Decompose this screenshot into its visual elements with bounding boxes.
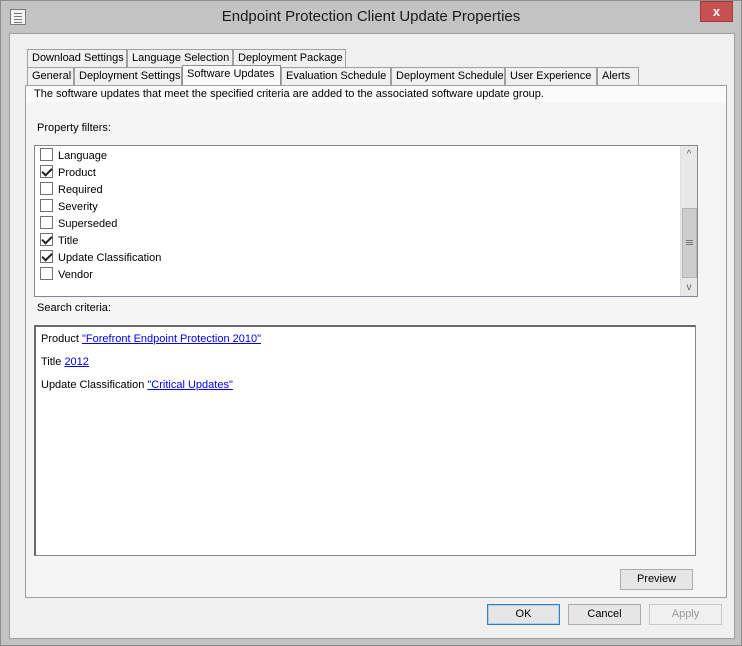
filter-checkbox[interactable]	[40, 216, 53, 229]
scrollbar-thumb[interactable]	[682, 208, 697, 278]
preview-button[interactable]: Preview	[620, 569, 693, 590]
property-filters-list[interactable]: Language Product Required Severity Super…	[34, 145, 698, 297]
filter-item-update-classification[interactable]: Update Classification	[40, 250, 161, 267]
tab-deployment-schedule[interactable]: Deployment Schedule	[391, 67, 505, 85]
dialog-client-area: Download Settings Language Selection Dep…	[9, 33, 735, 639]
tab-evaluation-schedule[interactable]: Evaluation Schedule	[281, 67, 391, 85]
scroll-up-icon[interactable]: ^	[681, 146, 697, 163]
filter-item-language[interactable]: Language	[40, 148, 107, 165]
filter-item-severity[interactable]: Severity	[40, 199, 98, 216]
criteria-name: Product	[41, 333, 79, 345]
scroll-down-icon[interactable]: v	[681, 279, 697, 296]
tab-user-experience[interactable]: User Experience	[505, 67, 597, 85]
ok-button[interactable]: OK	[487, 604, 560, 625]
criteria-value-link[interactable]: 2012	[64, 356, 88, 368]
tab-download-settings[interactable]: Download Settings	[27, 49, 127, 67]
tab-software-updates[interactable]: Software Updates	[182, 65, 281, 85]
criteria-name: Title	[41, 356, 62, 368]
close-button[interactable]: x	[700, 1, 733, 22]
tab-general[interactable]: General	[27, 67, 74, 85]
tab-alerts[interactable]: Alerts	[597, 67, 639, 85]
criteria-name: Update Classification	[41, 379, 145, 391]
criteria-value-link[interactable]: "Critical Updates"	[147, 379, 232, 391]
filter-item-product[interactable]: Product	[40, 165, 96, 182]
filter-label: Severity	[58, 201, 98, 213]
filter-checkbox[interactable]	[40, 165, 53, 178]
criteria-row-update-classification: Update Classification "Critical Updates"	[41, 379, 233, 391]
filter-checkbox[interactable]	[40, 233, 53, 246]
grip-icon	[686, 240, 693, 241]
filter-label: Vendor	[58, 269, 93, 281]
search-criteria-label: Search criteria:	[37, 302, 111, 314]
criteria-value-link[interactable]: "Forefront Endpoint Protection 2010"	[82, 333, 261, 345]
filter-item-required[interactable]: Required	[40, 182, 103, 199]
window-title: Endpoint Protection Client Update Proper…	[221, 8, 521, 25]
search-criteria-box: Product "Forefront Endpoint Protection 2…	[34, 325, 696, 556]
filter-checkbox[interactable]	[40, 250, 53, 263]
properties-dialog: Endpoint Protection Client Update Proper…	[0, 0, 742, 646]
filter-label: Superseded	[58, 218, 118, 230]
criteria-row-product: Product "Forefront Endpoint Protection 2…	[41, 333, 261, 345]
filters-scrollbar[interactable]: ^ v	[680, 146, 697, 296]
tab-deployment-settings[interactable]: Deployment Settings	[74, 67, 182, 85]
filter-label: Title	[58, 235, 79, 247]
filter-label: Update Classification	[58, 252, 162, 264]
criteria-row-title: Title 2012	[41, 356, 89, 368]
property-filters-label: Property filters:	[37, 122, 111, 134]
filter-checkbox[interactable]	[40, 182, 53, 195]
filter-item-vendor[interactable]: Vendor	[40, 267, 93, 284]
filter-label: Language	[58, 150, 107, 162]
panel-description: The software updates that meet the speci…	[34, 88, 544, 100]
apply-button[interactable]: Apply	[649, 604, 722, 625]
filter-item-title[interactable]: Title	[40, 233, 78, 250]
filter-checkbox[interactable]	[40, 148, 53, 161]
filter-label: Required	[58, 184, 103, 196]
filter-checkbox[interactable]	[40, 199, 53, 212]
filter-item-superseded[interactable]: Superseded	[40, 216, 117, 233]
filter-checkbox[interactable]	[40, 267, 53, 280]
title-bar[interactable]: Endpoint Protection Client Update Proper…	[1, 1, 741, 33]
filter-label: Product	[58, 167, 96, 179]
cancel-button[interactable]: Cancel	[568, 604, 641, 625]
